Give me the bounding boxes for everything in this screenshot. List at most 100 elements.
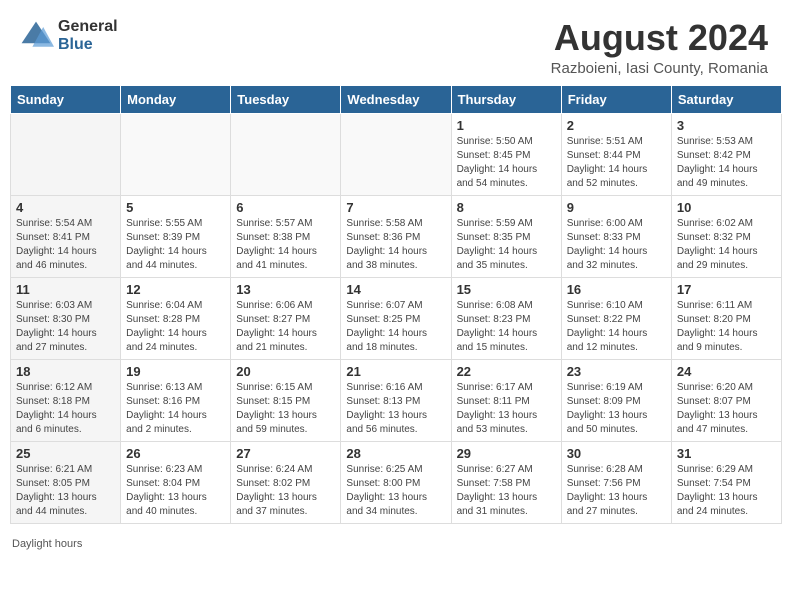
title-block: August 2024 Razboieni, Iasi County, Roma… bbox=[551, 18, 768, 77]
day-number: 13 bbox=[236, 282, 335, 297]
week-row-2: 4 Sunrise: 5:54 AM Sunset: 8:41 PM Daylig… bbox=[11, 195, 782, 277]
day-cell: 14 Sunrise: 6:07 AM Sunset: 8:25 PM Dayli… bbox=[341, 277, 451, 359]
day-info: Sunrise: 6:23 AM Sunset: 8:04 PM Dayligh… bbox=[126, 463, 225, 519]
day-cell: 5Sunrise: 5:55 AM Sunset: 8:39 PM Daylig… bbox=[121, 195, 231, 277]
day-number: 21 bbox=[346, 364, 445, 379]
day-number: 23 bbox=[567, 364, 666, 379]
day-info: Sunrise: 6:15 AM Sunset: 8:15 PM Dayligh… bbox=[236, 381, 335, 437]
day-cell: 26Sunrise: 6:23 AM Sunset: 8:04 PM Dayli… bbox=[121, 441, 231, 523]
day-number: 8 bbox=[457, 200, 556, 215]
day-cell: 30 Sunrise: 6:28 AM Sunset: 7:56 PM Dayli… bbox=[561, 441, 671, 523]
day-info: Sunrise: 6:27 AM Sunset: 7:58 PM Dayligh… bbox=[457, 463, 556, 519]
day-number: 5 bbox=[126, 200, 225, 215]
day-info: Sunrise: 6:21 AM Sunset: 8:05 PM Dayligh… bbox=[16, 463, 115, 519]
col-header-thursday: Thursday bbox=[451, 85, 561, 113]
day-number: 10 bbox=[677, 200, 776, 215]
day-info: Sunrise: 6:06 AM Sunset: 8:27 PM Dayligh… bbox=[236, 299, 335, 355]
logo-text: General Blue bbox=[58, 18, 118, 53]
week-row-1: 1 Sunrise: 5:50 AM Sunset: 8:45 PM Daylig… bbox=[11, 113, 782, 195]
logo-blue-text: Blue bbox=[58, 36, 118, 54]
col-header-saturday: Saturday bbox=[671, 85, 781, 113]
col-header-friday: Friday bbox=[561, 85, 671, 113]
day-number: 25 bbox=[16, 446, 115, 461]
day-number: 15 bbox=[457, 282, 556, 297]
day-cell: 3 Sunrise: 5:53 AM Sunset: 8:42 PM Daylig… bbox=[671, 113, 781, 195]
calendar-table: SundayMondayTuesdayWednesdayThursdayFrid… bbox=[10, 85, 782, 524]
day-cell: 21 Sunrise: 6:16 AM Sunset: 8:13 PM Dayli… bbox=[341, 359, 451, 441]
day-number: 31 bbox=[677, 446, 776, 461]
day-info: Sunrise: 5:50 AM Sunset: 8:45 PM Dayligh… bbox=[457, 135, 556, 191]
day-info: Sunrise: 6:07 AM Sunset: 8:25 PM Dayligh… bbox=[346, 299, 445, 355]
day-cell: 24 Sunrise: 6:20 AM Sunset: 8:07 PM Dayli… bbox=[671, 359, 781, 441]
day-cell: 7 Sunrise: 5:58 AM Sunset: 8:36 PM Daylig… bbox=[341, 195, 451, 277]
day-cell: 1 Sunrise: 5:50 AM Sunset: 8:45 PM Daylig… bbox=[451, 113, 561, 195]
day-cell: 11 Sunrise: 6:03 AM Sunset: 8:30 PM Dayli… bbox=[11, 277, 121, 359]
col-header-tuesday: Tuesday bbox=[231, 85, 341, 113]
day-info: Sunrise: 6:12 AM Sunset: 8:18 PM Dayligh… bbox=[16, 381, 115, 437]
day-cell: 20 Sunrise: 6:15 AM Sunset: 8:15 PM Dayli… bbox=[231, 359, 341, 441]
day-number: 20 bbox=[236, 364, 335, 379]
day-cell: 8 Sunrise: 5:59 AM Sunset: 8:35 PM Daylig… bbox=[451, 195, 561, 277]
day-number: 4 bbox=[16, 200, 115, 215]
day-cell bbox=[121, 113, 231, 195]
day-info: Sunrise: 6:02 AM Sunset: 8:32 PM Dayligh… bbox=[677, 217, 776, 273]
day-number: 19 bbox=[126, 364, 225, 379]
day-cell: 6 Sunrise: 5:57 AM Sunset: 8:38 PM Daylig… bbox=[231, 195, 341, 277]
day-cell: 9Sunrise: 6:00 AM Sunset: 8:33 PM Daylig… bbox=[561, 195, 671, 277]
day-number: 16 bbox=[567, 282, 666, 297]
day-number: 30 bbox=[567, 446, 666, 461]
day-number: 29 bbox=[457, 446, 556, 461]
day-info: Sunrise: 5:57 AM Sunset: 8:38 PM Dayligh… bbox=[236, 217, 335, 273]
day-info: Sunrise: 6:28 AM Sunset: 7:56 PM Dayligh… bbox=[567, 463, 666, 519]
day-info: Sunrise: 5:58 AM Sunset: 8:36 PM Dayligh… bbox=[346, 217, 445, 273]
month-title: August 2024 bbox=[551, 18, 768, 58]
day-number: 22 bbox=[457, 364, 556, 379]
day-number: 2 bbox=[567, 118, 666, 133]
day-cell bbox=[11, 113, 121, 195]
day-info: Sunrise: 6:29 AM Sunset: 7:54 PM Dayligh… bbox=[677, 463, 776, 519]
day-number: 6 bbox=[236, 200, 335, 215]
day-info: Sunrise: 6:16 AM Sunset: 8:13 PM Dayligh… bbox=[346, 381, 445, 437]
day-info: Sunrise: 5:53 AM Sunset: 8:42 PM Dayligh… bbox=[677, 135, 776, 191]
day-cell: 29 Sunrise: 6:27 AM Sunset: 7:58 PM Dayli… bbox=[451, 441, 561, 523]
location-subtitle: Razboieni, Iasi County, Romania bbox=[551, 60, 768, 77]
day-number: 27 bbox=[236, 446, 335, 461]
day-cell: 22Sunrise: 6:17 AM Sunset: 8:11 PM Dayli… bbox=[451, 359, 561, 441]
day-number: 18 bbox=[16, 364, 115, 379]
col-header-monday: Monday bbox=[121, 85, 231, 113]
calendar-header-row: SundayMondayTuesdayWednesdayThursdayFrid… bbox=[11, 85, 782, 113]
logo-icon bbox=[18, 18, 54, 54]
day-cell: 18 Sunrise: 6:12 AM Sunset: 8:18 PM Dayli… bbox=[11, 359, 121, 441]
day-number: 1 bbox=[457, 118, 556, 133]
day-number: 14 bbox=[346, 282, 445, 297]
day-info: Sunrise: 6:20 AM Sunset: 8:07 PM Dayligh… bbox=[677, 381, 776, 437]
day-cell: 16 Sunrise: 6:10 AM Sunset: 8:22 PM Dayli… bbox=[561, 277, 671, 359]
day-cell bbox=[341, 113, 451, 195]
day-number: 24 bbox=[677, 364, 776, 379]
week-row-3: 11 Sunrise: 6:03 AM Sunset: 8:30 PM Dayli… bbox=[11, 277, 782, 359]
day-number: 28 bbox=[346, 446, 445, 461]
day-info: Sunrise: 6:10 AM Sunset: 8:22 PM Dayligh… bbox=[567, 299, 666, 355]
day-cell: 4 Sunrise: 5:54 AM Sunset: 8:41 PM Daylig… bbox=[11, 195, 121, 277]
day-number: 12 bbox=[126, 282, 225, 297]
day-info: Sunrise: 6:13 AM Sunset: 8:16 PM Dayligh… bbox=[126, 381, 225, 437]
day-number: 3 bbox=[677, 118, 776, 133]
day-cell: 15Sunrise: 6:08 AM Sunset: 8:23 PM Dayli… bbox=[451, 277, 561, 359]
logo-general-text: General bbox=[58, 18, 118, 36]
day-cell: 25 Sunrise: 6:21 AM Sunset: 8:05 PM Dayli… bbox=[11, 441, 121, 523]
day-info: Sunrise: 5:54 AM Sunset: 8:41 PM Dayligh… bbox=[16, 217, 115, 273]
col-header-wednesday: Wednesday bbox=[341, 85, 451, 113]
day-cell: 17Sunrise: 6:11 AM Sunset: 8:20 PM Dayli… bbox=[671, 277, 781, 359]
day-info: Sunrise: 6:24 AM Sunset: 8:02 PM Dayligh… bbox=[236, 463, 335, 519]
day-info: Sunrise: 6:03 AM Sunset: 8:30 PM Dayligh… bbox=[16, 299, 115, 355]
day-number: 7 bbox=[346, 200, 445, 215]
footnote: Daylight hours bbox=[0, 534, 792, 556]
day-cell: 2Sunrise: 5:51 AM Sunset: 8:44 PM Daylig… bbox=[561, 113, 671, 195]
col-header-sunday: Sunday bbox=[11, 85, 121, 113]
day-cell bbox=[231, 113, 341, 195]
day-cell: 27 Sunrise: 6:24 AM Sunset: 8:02 PM Dayli… bbox=[231, 441, 341, 523]
day-number: 11 bbox=[16, 282, 115, 297]
day-info: Sunrise: 6:25 AM Sunset: 8:00 PM Dayligh… bbox=[346, 463, 445, 519]
logo: General Blue bbox=[18, 18, 118, 54]
day-info: Sunrise: 5:59 AM Sunset: 8:35 PM Dayligh… bbox=[457, 217, 556, 273]
